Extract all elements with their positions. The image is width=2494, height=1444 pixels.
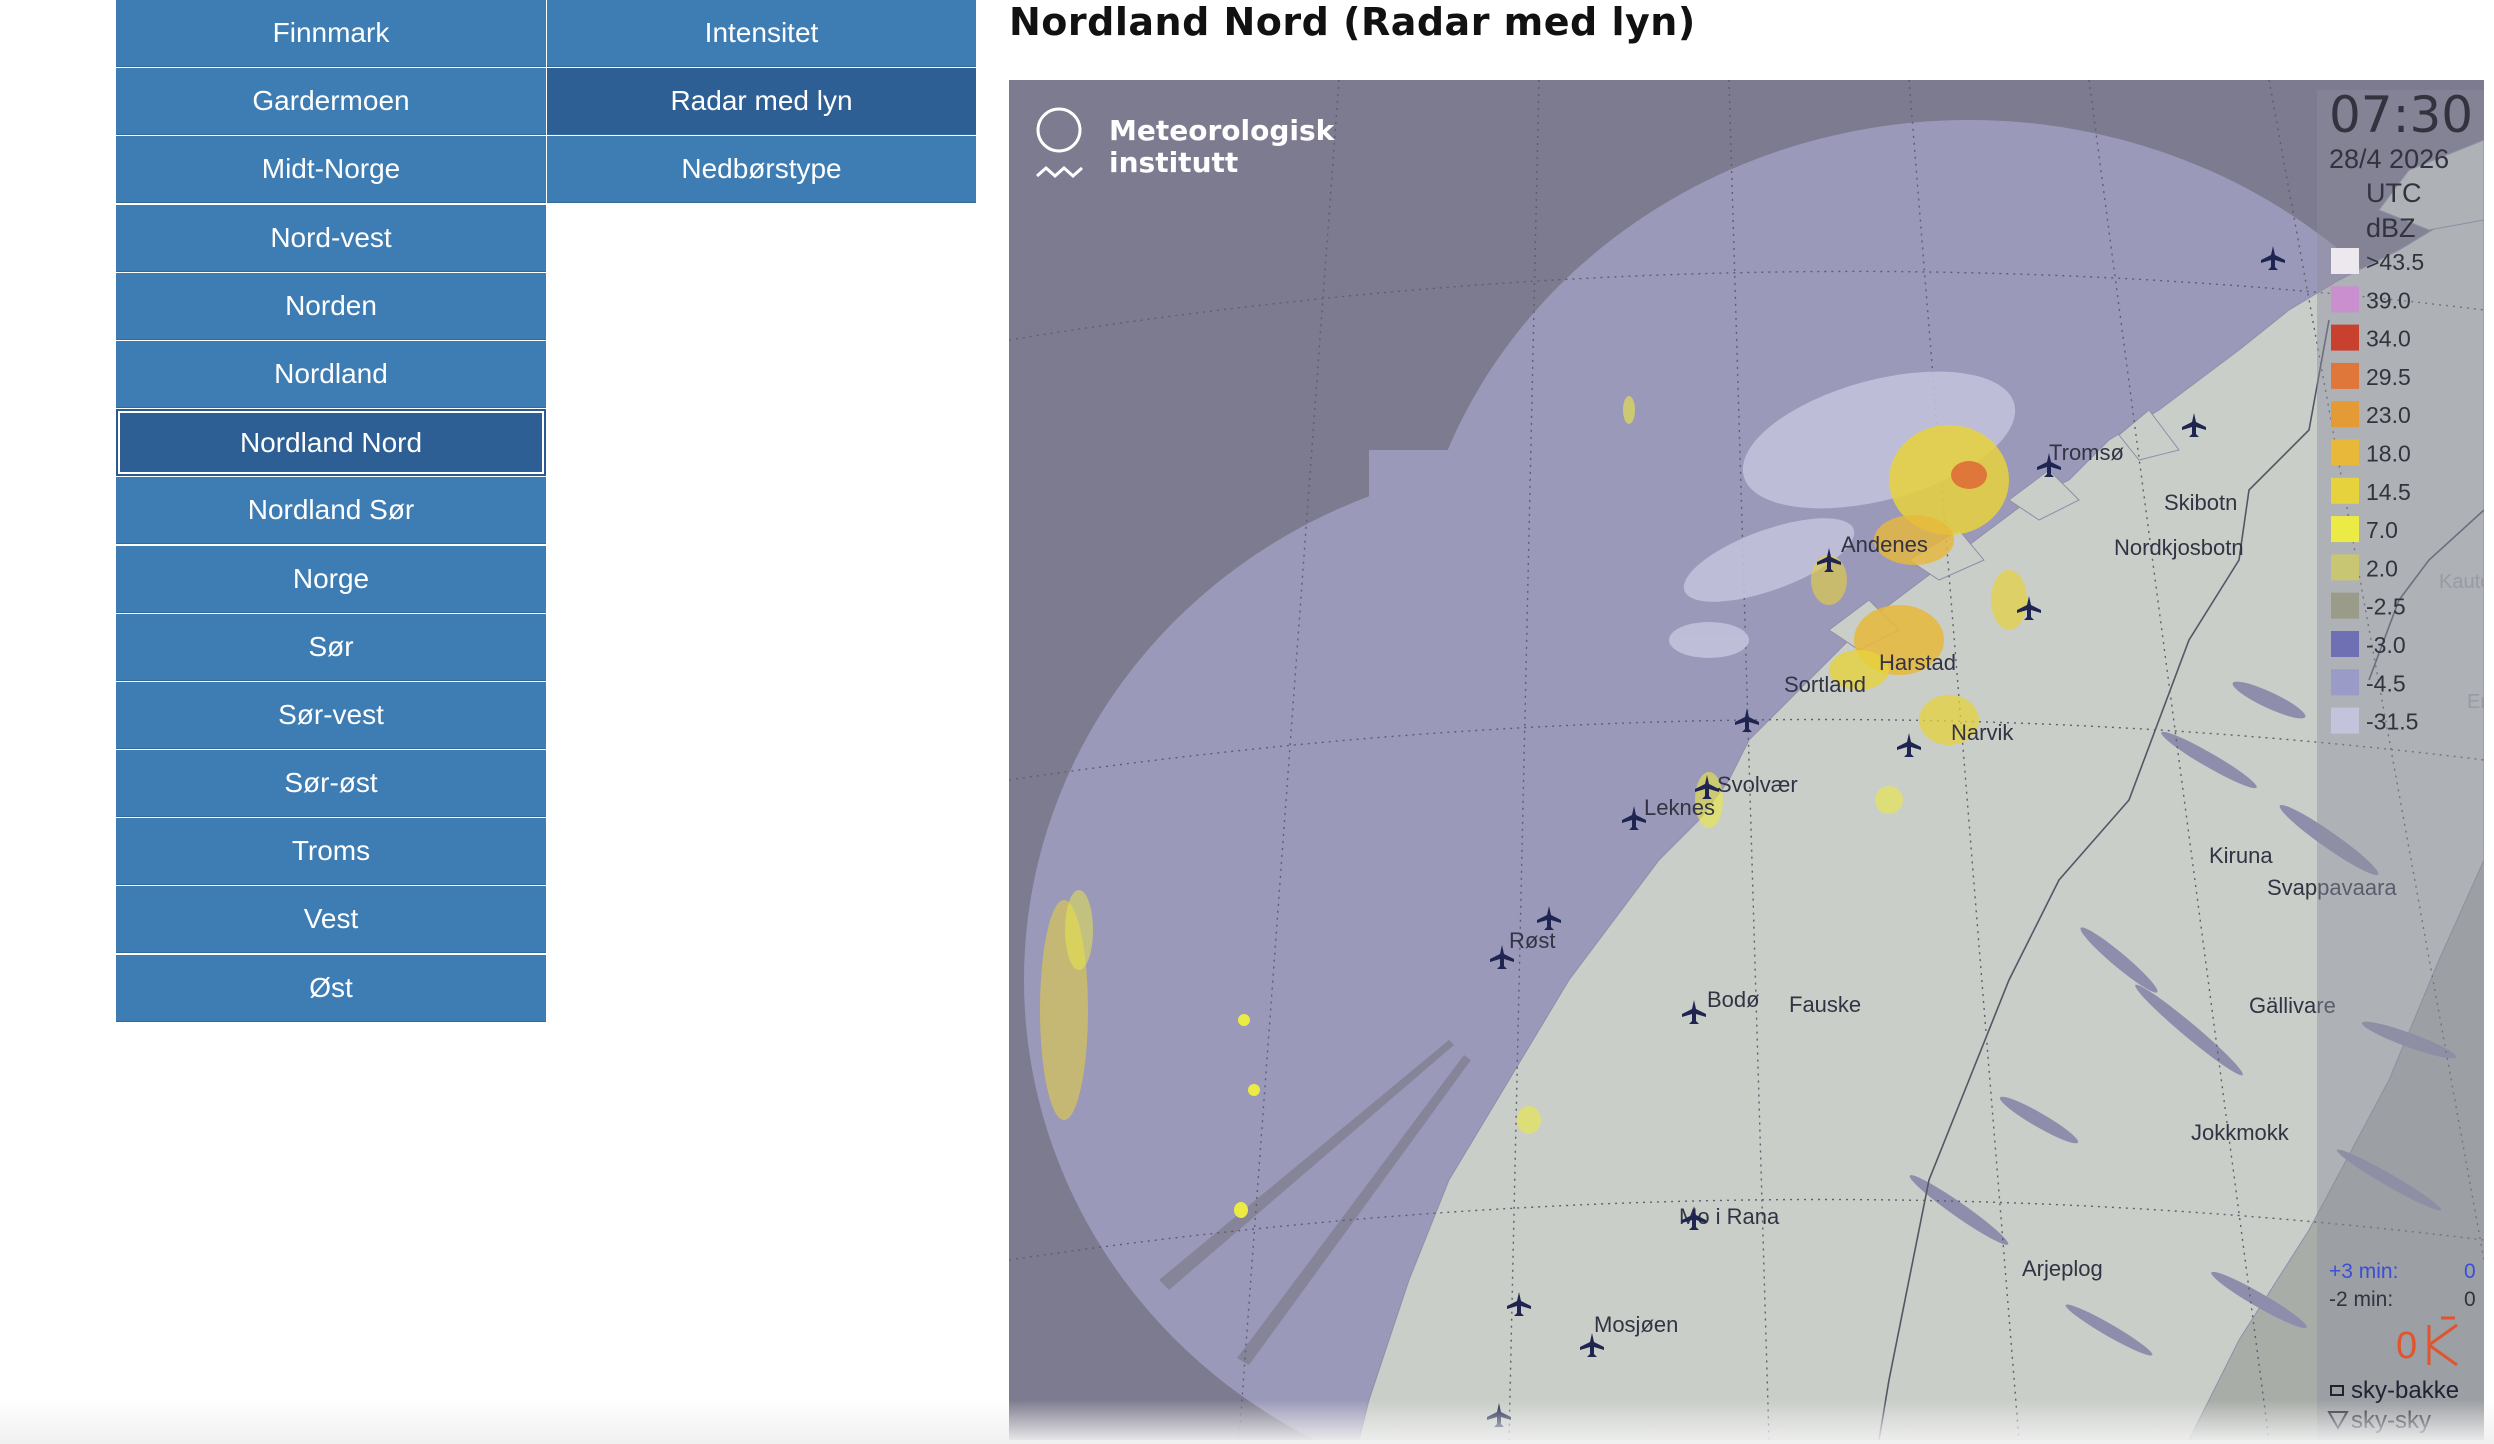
legend-label: 23.0 [2366, 402, 2411, 428]
legend-swatch [2331, 592, 2359, 619]
place-label: Fauske [1789, 992, 1861, 1017]
product-menu: Intensitet Radar med lyn Nedbørstype [547, 0, 976, 205]
region-item-øst[interactable]: Øst [116, 954, 546, 1022]
place-label: Andenes [1841, 532, 1928, 557]
lightning-minus-value: 0 [2464, 1288, 2476, 1311]
radar-map[interactable]: Meteorologisk institutt Tromsø Skibotn N… [1009, 80, 2484, 1440]
place-label: Kiruna [2209, 843, 2273, 868]
legend-swatch [2331, 439, 2359, 466]
place-label: Røst [1509, 928, 1555, 953]
place-label: Harstad [1879, 650, 1956, 675]
place-label: Mosjøen [1594, 1312, 1678, 1337]
legend-swatch [2331, 707, 2359, 734]
place-label: Sortland [1784, 672, 1866, 697]
legend-label: >43.5 [2366, 249, 2424, 275]
place-label: Narvik [1951, 720, 2014, 745]
place-label: Bodø [1707, 987, 1760, 1012]
region-item-norge[interactable]: Norge [116, 545, 546, 613]
region-item-nordland[interactable]: Nordland [116, 340, 546, 408]
region-item-norden[interactable]: Norden [116, 272, 546, 340]
legend-swatch [2331, 631, 2359, 657]
legend-swatch [2331, 248, 2359, 274]
legend-label: 29.5 [2366, 364, 2411, 390]
bottom-fade [0, 1400, 2494, 1444]
legend-swatch [2331, 477, 2359, 504]
legend-label: 7.0 [2366, 517, 2398, 543]
page-title: Nordland Nord (Radar med lyn) [1009, 0, 1696, 44]
legend-label: -4.5 [2366, 670, 2406, 696]
legend-swatch [2331, 286, 2359, 313]
region-item-troms[interactable]: Troms [116, 818, 546, 886]
lightning-minus-label: -2 min: [2329, 1288, 2393, 1311]
page-root: Finnmark Gardermoen Midt-Norge Nord-vest Nor… [0, 0, 2494, 1444]
product-item-intensitet[interactable]: Intensitet [547, 0, 976, 67]
region-item-finnmark[interactable]: Finnmark [116, 0, 546, 67]
radar-timezone: UTC [2366, 178, 2422, 208]
place-label: Arjeplog [2022, 1256, 2103, 1281]
legend-label: 39.0 [2366, 287, 2411, 313]
lightning-plus-value: 0 [2464, 1260, 2476, 1283]
radar-image: Meteorologisk institutt Tromsø Skibotn N… [1009, 80, 2484, 1440]
region-item-vest[interactable]: Vest [116, 886, 546, 954]
legend-label: -3.0 [2366, 632, 2406, 658]
radar-date: 28/4 2026 [2329, 144, 2449, 174]
region-item-gardermoen[interactable]: Gardermoen [116, 68, 546, 136]
legend-label: 18.0 [2366, 441, 2411, 467]
legend-swatch [2331, 669, 2359, 696]
lightning-total: 0 [2396, 1325, 2417, 1367]
lightning-plus-label: +3 min: [2329, 1260, 2398, 1283]
place-label: Skibotn [2164, 490, 2237, 515]
place-label: Tromsø [2049, 440, 2124, 465]
place-label: Jokkmokk [2191, 1120, 2290, 1145]
region-item-sør-vest[interactable]: Sør-vest [116, 681, 546, 749]
region-item-nord-vest[interactable]: Nord-vest [116, 204, 546, 272]
region-menu: Finnmark Gardermoen Midt-Norge Nord-vest Nor… [116, 0, 546, 1023]
legend-swatch [2331, 401, 2359, 428]
region-item-nordland-sør[interactable]: Nordland Sør [116, 477, 546, 545]
legend-swatch [2331, 554, 2359, 581]
legend-swatch [2331, 362, 2359, 389]
legend-panel: 07:30 28/4 2026 UTC dBZ >43.5 39.0 34.0 29.… [2317, 86, 2484, 1440]
logo-line2: institutt [1109, 146, 1238, 179]
place-label: Nordkjosbotn [2114, 535, 2244, 560]
legend-label: -31.5 [2366, 709, 2418, 735]
place-label: Svolvær [1717, 772, 1798, 797]
legend-label: 34.0 [2366, 326, 2411, 352]
place-label: En [2467, 691, 2484, 713]
legend-label: 14.5 [2366, 479, 2411, 505]
region-item-nordland-nord[interactable]: Nordland Nord [116, 409, 546, 477]
legend-label: -2.5 [2366, 594, 2406, 620]
legend-swatch [2331, 516, 2359, 543]
product-item-nedbørstype[interactable]: Nedbørstype [547, 136, 976, 204]
region-item-sør[interactable]: Sør [116, 613, 546, 681]
legend-swatch [2331, 324, 2359, 351]
logo-line1: Meteorologisk [1109, 114, 1336, 147]
radar-time: 07:30 [2329, 86, 2473, 144]
region-item-sør-øst[interactable]: Sør-øst [116, 750, 546, 818]
product-item-radar-med-lyn[interactable]: Radar med lyn [547, 68, 976, 136]
region-item-midt-norge[interactable]: Midt-Norge [116, 136, 546, 204]
legend-label: 2.0 [2366, 555, 2398, 581]
place-label: Kautokeino [2439, 571, 2484, 593]
legend-unit: dBZ [2366, 213, 2416, 243]
